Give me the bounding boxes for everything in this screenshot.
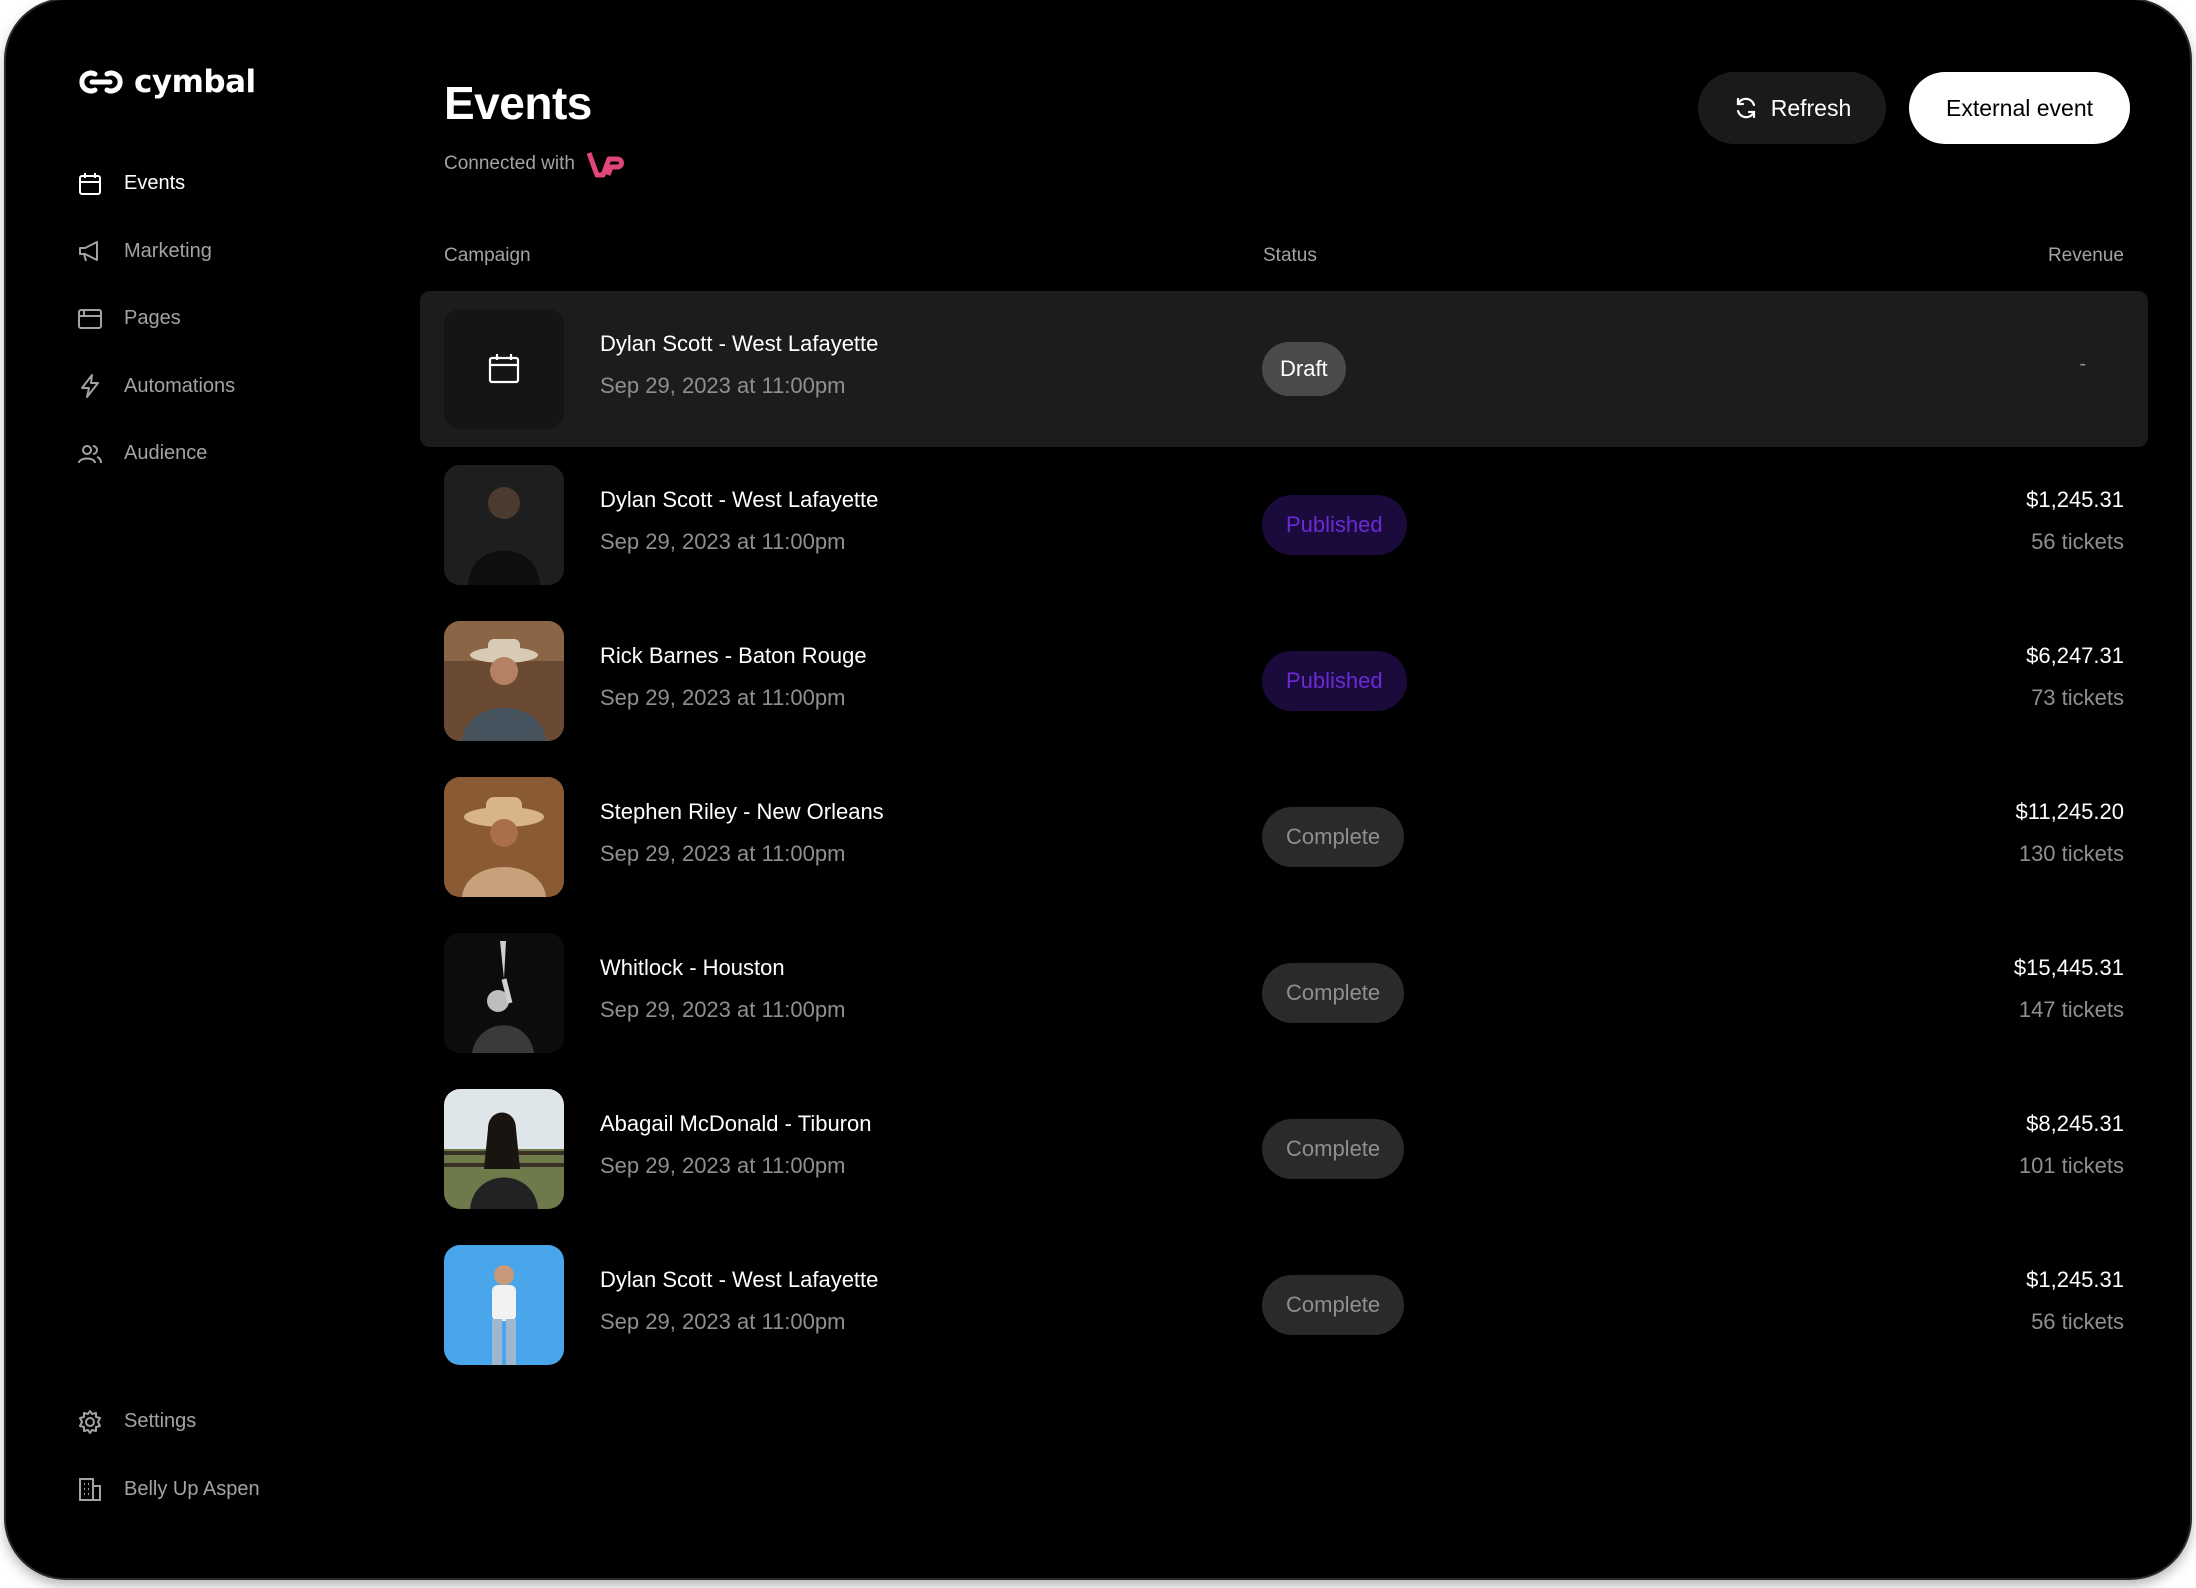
sidebar-item-marketing[interactable]: Marketing bbox=[76, 218, 235, 286]
brand-name: cymbal bbox=[134, 64, 256, 100]
artist-photo bbox=[444, 1245, 564, 1365]
refresh-button[interactable]: Refresh bbox=[1698, 72, 1886, 144]
sidebar-item-label: Marketing bbox=[124, 239, 212, 262]
sidebar-item-label: Events bbox=[124, 172, 186, 195]
refresh-label: Refresh bbox=[1770, 94, 1852, 121]
revenue-amount: $1,245.31 bbox=[2026, 1267, 2124, 1292]
status-badge: Complete bbox=[1262, 807, 1405, 867]
app-window: cymbal Events Marketing Pages Automation… bbox=[6, 0, 2190, 1578]
ticket-count: 56 tickets bbox=[2031, 1309, 2124, 1334]
external-event-button[interactable]: External event bbox=[1909, 72, 2130, 144]
event-date: Sep 29, 2023 at 11:00pm bbox=[600, 373, 846, 398]
revenue-amount: $6,247.31 bbox=[2026, 643, 2124, 668]
gear-icon bbox=[79, 1409, 101, 1434]
sidebar-item-events[interactable]: Events bbox=[76, 150, 235, 218]
lightning-icon bbox=[81, 374, 99, 399]
revenue-amount: $8,245.31 bbox=[2026, 1111, 2124, 1136]
event-title: Abagail McDonald - Tiburon bbox=[600, 1111, 872, 1136]
sidebar-item-pages[interactable]: Pages bbox=[76, 285, 235, 353]
status-badge: Published bbox=[1262, 651, 1407, 711]
artist-photo bbox=[444, 1089, 564, 1209]
ticket-count: 73 tickets bbox=[2031, 685, 2124, 710]
sidebar-item-automations[interactable]: Automations bbox=[76, 353, 235, 421]
connected-with: Connected with bbox=[444, 150, 627, 178]
sidebar-item-settings[interactable]: Settings bbox=[76, 1388, 260, 1456]
event-title: Dylan Scott - West Lafayette bbox=[600, 331, 879, 356]
ticket-count: 130 tickets bbox=[2018, 841, 2124, 866]
event-date: Sep 29, 2023 at 11:00pm bbox=[600, 529, 846, 554]
table-row[interactable]: Rick Barnes - Baton Rouge Sep 29, 2023 a… bbox=[420, 603, 2148, 759]
event-thumbnail bbox=[444, 309, 564, 429]
status-badge: Published bbox=[1262, 495, 1407, 555]
sidebar-item-label: Pages bbox=[124, 307, 181, 330]
table-row[interactable]: Stephen Riley - New Orleans Sep 29, 2023… bbox=[420, 759, 2148, 915]
vp-logo-icon bbox=[586, 152, 624, 178]
megaphone-icon bbox=[79, 241, 98, 262]
column-header-campaign[interactable]: Campaign bbox=[444, 245, 531, 267]
status-badge: Complete bbox=[1262, 963, 1405, 1023]
table-row[interactable]: Abagail McDonald - Tiburon Sep 29, 2023 … bbox=[420, 1071, 2148, 1227]
status-badge: Draft bbox=[1262, 342, 1346, 396]
sidebar-item-label: Belly Up Aspen bbox=[124, 1477, 260, 1500]
page-title: Events bbox=[444, 77, 592, 129]
event-date: Sep 29, 2023 at 11:00pm bbox=[600, 997, 846, 1022]
ticket-count: 101 tickets bbox=[2018, 1153, 2124, 1178]
sidebar-nav: Events Marketing Pages Automations Audie… bbox=[76, 150, 235, 488]
revenue-amount: $1,245.31 bbox=[2026, 487, 2124, 512]
artist-photo bbox=[444, 777, 564, 897]
sidebar-item-label: Automations bbox=[124, 374, 236, 397]
table-row[interactable]: Dylan Scott - West Lafayette Sep 29, 202… bbox=[420, 291, 2148, 447]
event-title: Dylan Scott - West Lafayette bbox=[600, 487, 879, 512]
event-title: Stephen Riley - New Orleans bbox=[600, 799, 884, 824]
cymbal-logo-icon bbox=[79, 70, 123, 94]
building-icon bbox=[79, 1478, 101, 1502]
revenue-amount: - bbox=[2079, 353, 2086, 375]
sidebar-item-audience[interactable]: Audience bbox=[76, 420, 235, 488]
sidebar-footer: Settings Belly Up Aspen bbox=[76, 1388, 260, 1523]
event-date: Sep 29, 2023 at 11:00pm bbox=[600, 841, 846, 866]
connected-label: Connected with bbox=[444, 153, 575, 174]
browser-window-icon bbox=[78, 308, 102, 329]
users-icon bbox=[78, 444, 102, 464]
event-title: Whitlock - Houston bbox=[600, 955, 785, 980]
artist-photo bbox=[444, 933, 564, 1053]
table-row[interactable]: Dylan Scott - West Lafayette Sep 29, 202… bbox=[420, 447, 2148, 603]
artist-photo bbox=[444, 465, 564, 585]
revenue-amount: $15,445.31 bbox=[2013, 955, 2124, 980]
sidebar-item-label: Settings bbox=[124, 1410, 197, 1433]
sidebar-item-venue[interactable]: Belly Up Aspen bbox=[76, 1456, 260, 1524]
calendar-icon bbox=[79, 172, 101, 195]
event-date: Sep 29, 2023 at 11:00pm bbox=[600, 685, 846, 710]
refresh-icon bbox=[1736, 97, 1755, 119]
status-badge: Complete bbox=[1262, 1119, 1405, 1179]
column-header-revenue[interactable]: Revenue bbox=[2048, 245, 2124, 267]
event-title: Rick Barnes - Baton Rouge bbox=[600, 643, 867, 668]
revenue-amount: $11,245.20 bbox=[2015, 799, 2124, 824]
artist-photo bbox=[444, 621, 564, 741]
brand-logo[interactable]: cymbal bbox=[78, 64, 256, 100]
ticket-count: 56 tickets bbox=[2031, 529, 2124, 554]
column-header-status[interactable]: Status bbox=[1263, 245, 1317, 267]
event-date: Sep 29, 2023 at 11:00pm bbox=[600, 1153, 846, 1178]
table-row[interactable]: Whitlock - Houston Sep 29, 2023 at 11:00… bbox=[420, 915, 2148, 1071]
sidebar-item-label: Audience bbox=[124, 442, 208, 465]
ticket-count: 147 tickets bbox=[2018, 997, 2124, 1022]
calendar-icon bbox=[488, 354, 520, 384]
table-row[interactable]: Dylan Scott - West Lafayette Sep 29, 202… bbox=[420, 1227, 2148, 1383]
status-badge: Complete bbox=[1262, 1275, 1405, 1335]
event-title: Dylan Scott - West Lafayette bbox=[600, 1267, 879, 1292]
event-date: Sep 29, 2023 at 11:00pm bbox=[600, 1309, 846, 1334]
